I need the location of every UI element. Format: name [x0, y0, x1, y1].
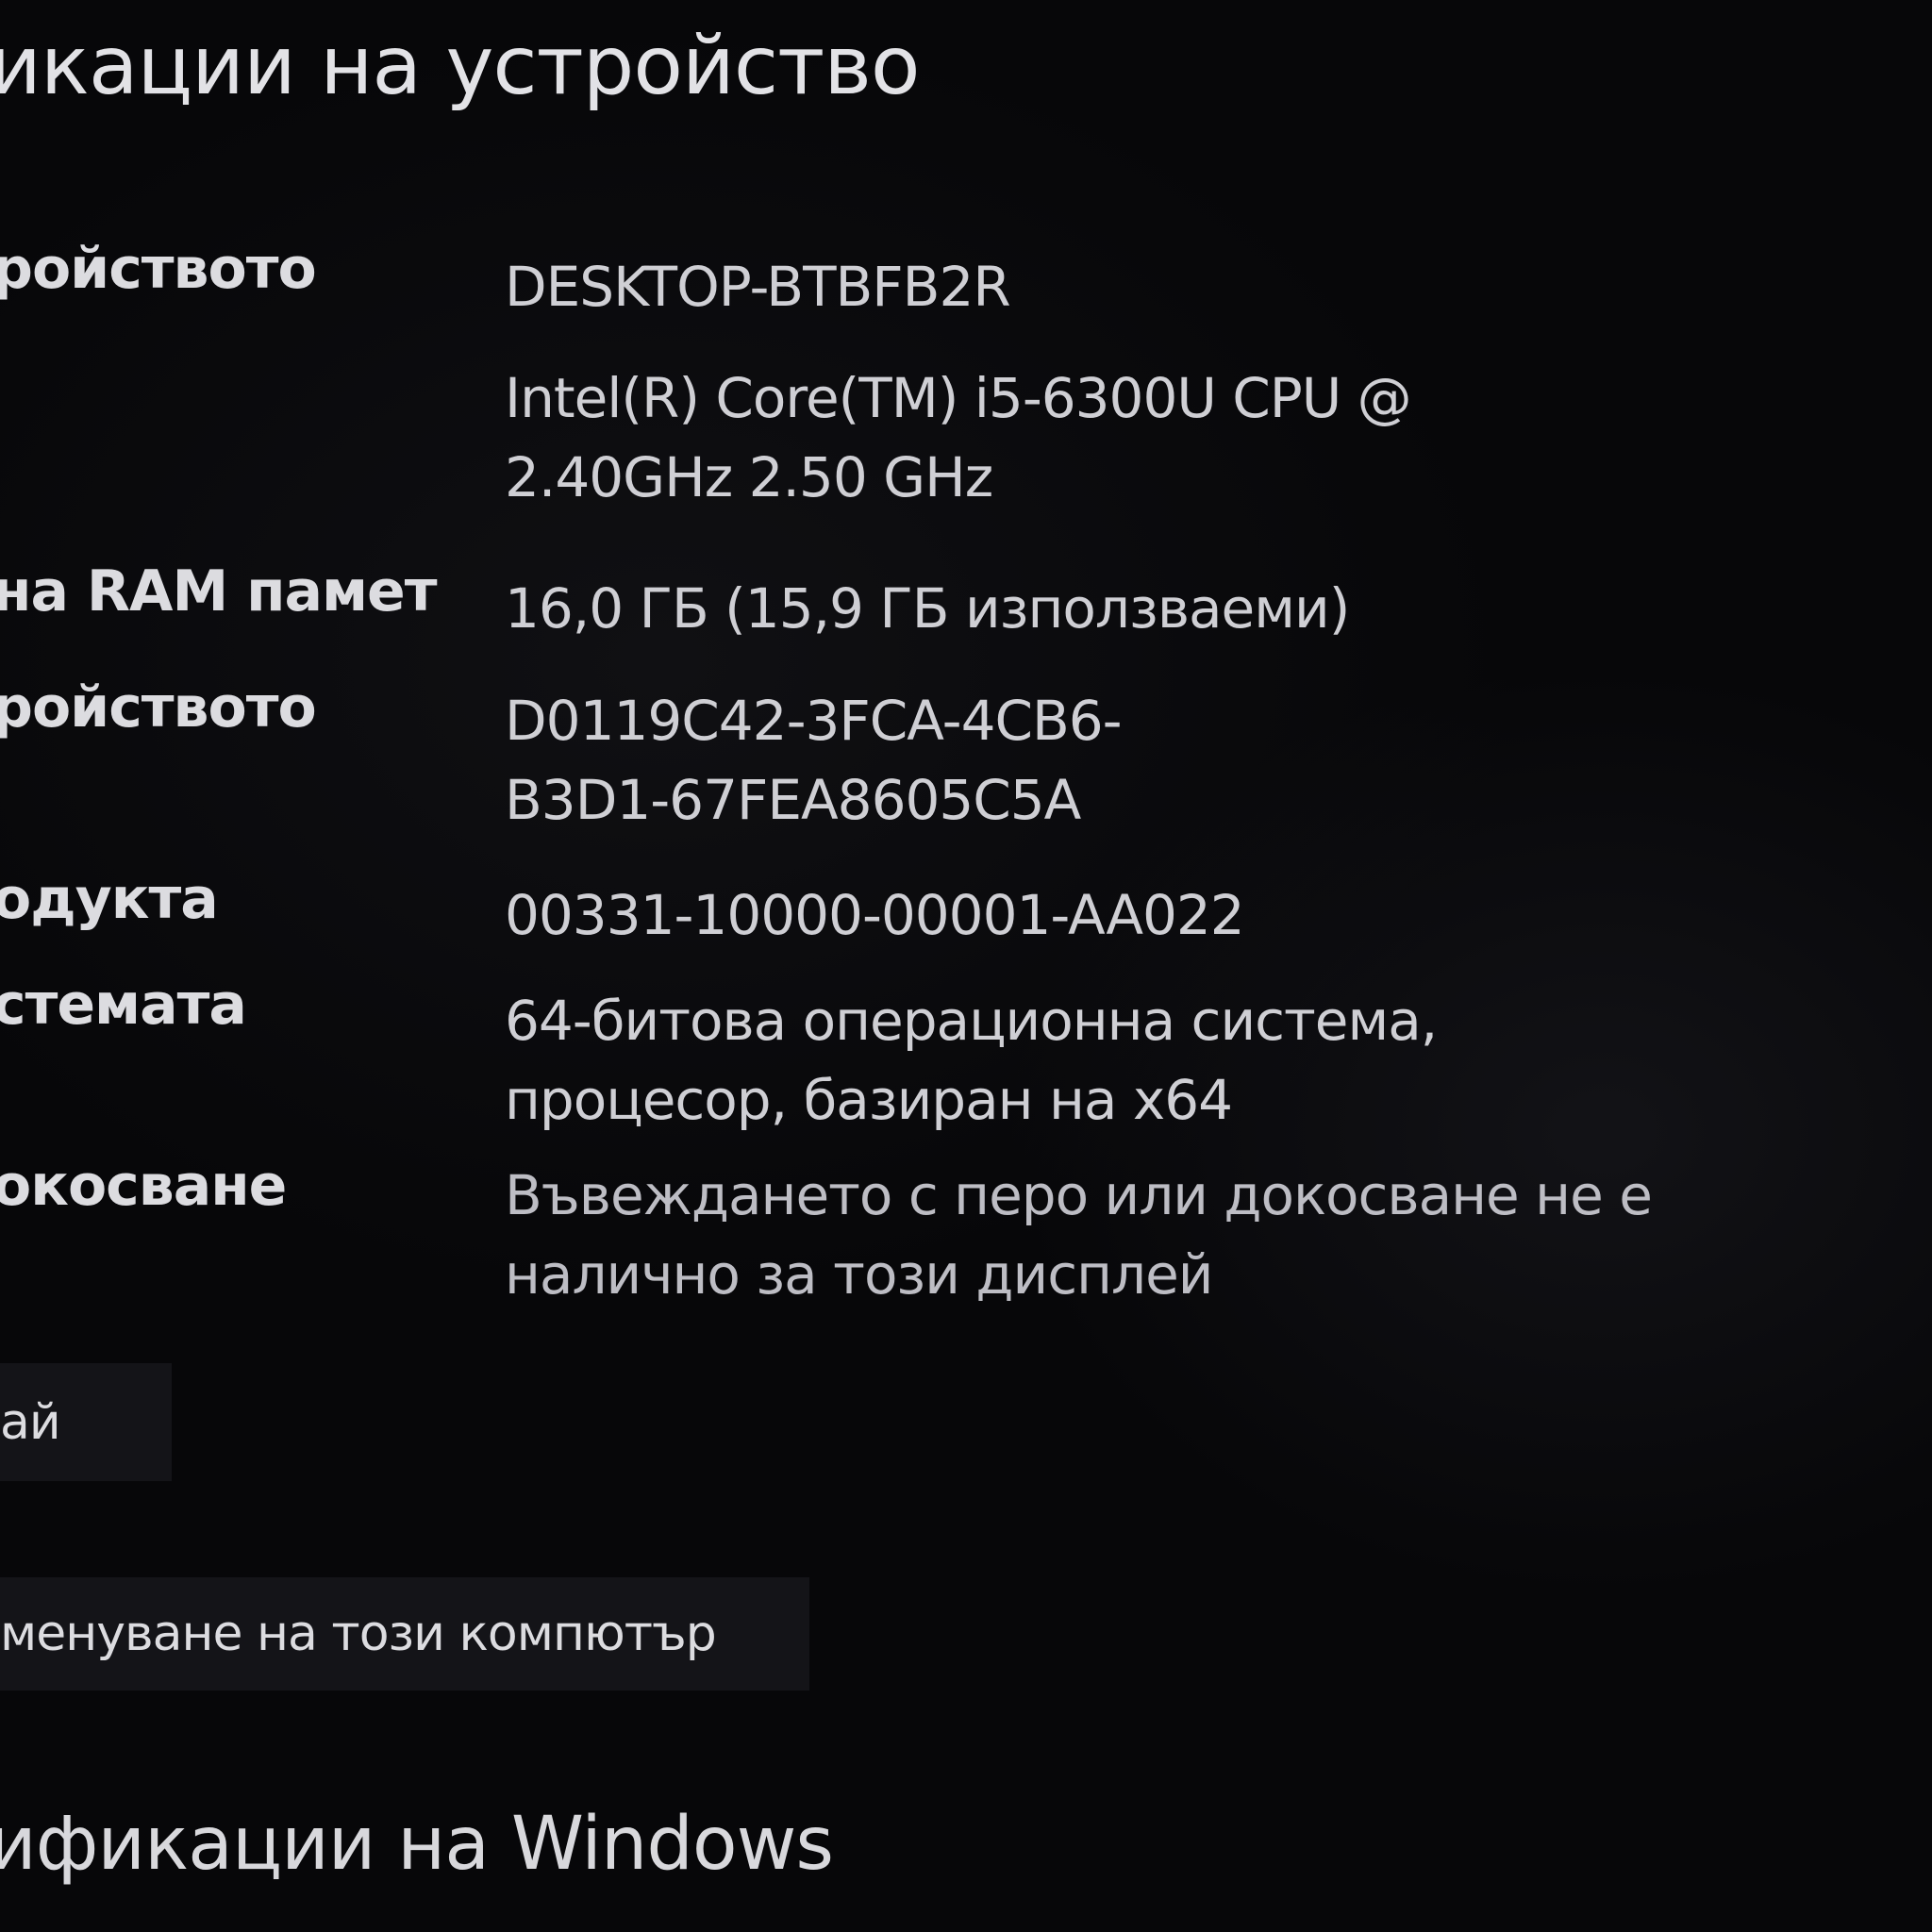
spec-value-product-id: 00331-10000-00001-AA022 — [505, 883, 1245, 947]
rename-pc-button-label: менуване на този компютър — [0, 1606, 717, 1662]
spec-label-product-id: одукта — [0, 866, 219, 932]
settings-about-page: икации на устройство ройството DESKTOP-B… — [0, 0, 1932, 1932]
spec-value-ram: 16,0 ГБ (15,9 ГБ използваеми) — [505, 576, 1350, 641]
spec-value-system-type: 64-битова операционна система, процесор,… — [505, 989, 1438, 1132]
spec-label-device-name: ройството — [0, 236, 317, 302]
spec-value-pen-touch: Въвеждането с перо или докосване не е на… — [505, 1163, 1653, 1307]
rename-pc-button[interactable]: менуване на този компютър — [0, 1577, 809, 1690]
spec-label-system-type: стемата — [0, 972, 247, 1038]
windows-specifications-heading: ификации на Windows — [0, 1802, 834, 1887]
spec-label-ram: на RAM памет — [0, 558, 438, 625]
spec-value-device-name: DESKTOP-BTBFB2R — [505, 255, 1011, 319]
device-specifications-heading: икации на устройство — [0, 19, 921, 113]
spec-label-device-id: ройството — [0, 675, 317, 741]
spec-value-processor: Intel(R) Core(TM) i5-6300U CPU @ 2.40GHz… — [505, 366, 1412, 509]
spec-value-device-id: D0119C42-3FCA-4CB6- B3D1-67FEA8605C5A — [505, 689, 1123, 832]
copy-button-label: ай — [0, 1393, 61, 1451]
spec-label-pen-touch: окосване — [0, 1153, 287, 1219]
copy-button[interactable]: ай — [0, 1363, 172, 1481]
